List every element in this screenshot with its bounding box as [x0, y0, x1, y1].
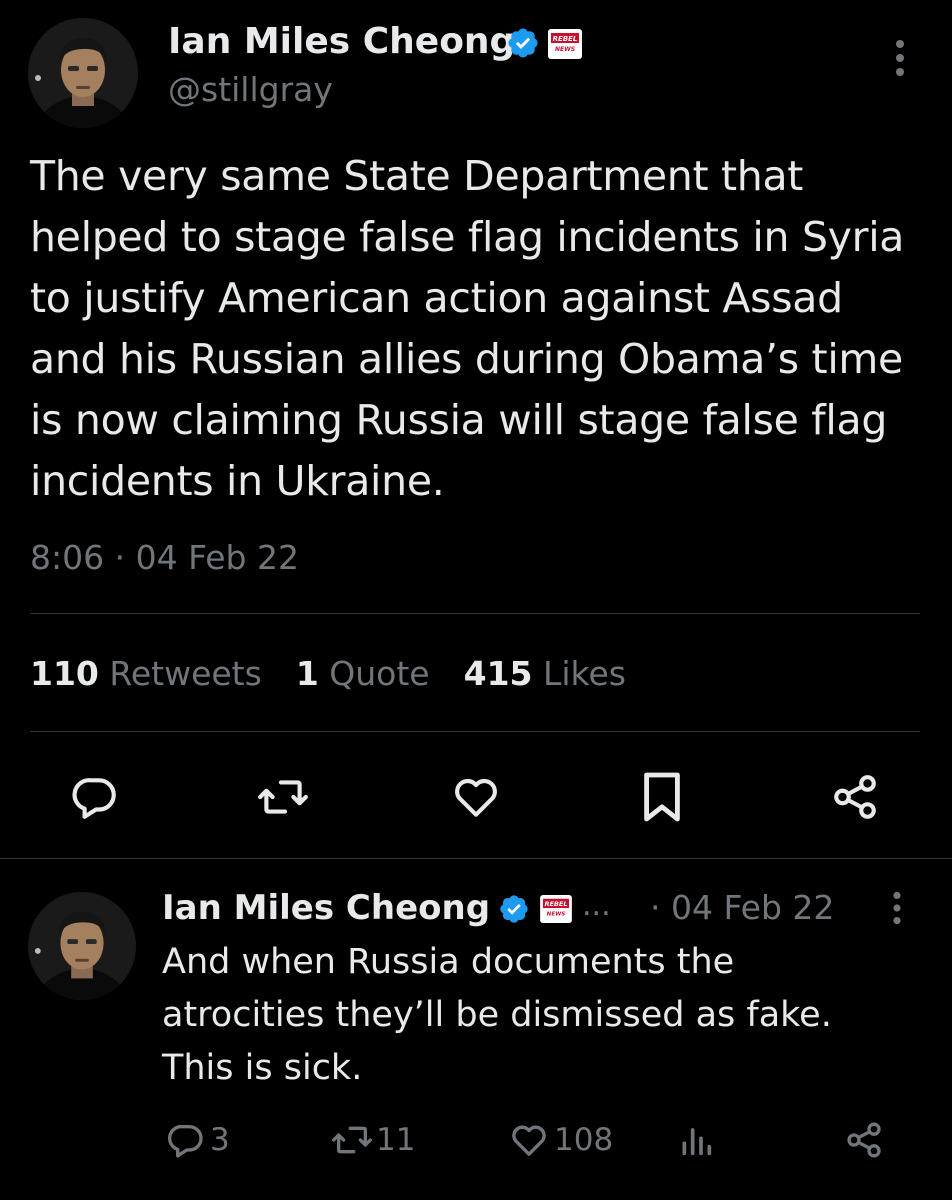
reply-icon — [72, 778, 116, 819]
tweet-time: 8:06 — [30, 538, 105, 577]
timestamp-separator: · — [104, 538, 136, 577]
tweet-date: 04 Feb 22 — [135, 538, 299, 577]
likes-label: Likes — [543, 654, 626, 693]
reply-button[interactable] — [70, 772, 120, 822]
divider-middle — [30, 731, 920, 732]
tweet-text: The very same State Department that help… — [30, 152, 905, 505]
share-icon — [834, 775, 876, 819]
author-name[interactable]: Ian Miles Cheong — [168, 20, 515, 64]
reply-date[interactable]: · 04 Feb 22 — [650, 888, 834, 927]
svg-text:NEWS: NEWS — [547, 912, 566, 918]
share-button[interactable] — [830, 772, 880, 822]
retweets-count: 110 — [30, 654, 99, 693]
like-icon — [512, 1125, 546, 1156]
reply-retweets-count: 11 — [376, 1122, 416, 1158]
quotes-stat[interactable]: 1 Quote — [296, 654, 430, 693]
reply-share-button[interactable] — [844, 1120, 884, 1160]
views-icon — [682, 1128, 712, 1156]
affiliate-badge-logo: REBEL NEWS — [548, 29, 582, 59]
quotes-count: 1 — [295, 654, 319, 693]
retweet-icon — [331, 1126, 372, 1154]
divider-top — [30, 613, 920, 614]
tweet-stats: 110 Retweets 1 Quote 415 Likes — [30, 654, 626, 693]
reply-retweet-button[interactable]: 11 — [330, 1120, 415, 1160]
retweets-label: Retweets — [109, 654, 262, 693]
tweet-timestamp[interactable]: 8:06 · 04 Feb 22 — [30, 538, 299, 577]
reply-author-name[interactable]: Ian Miles Cheong — [162, 886, 490, 930]
reply-replies-count: 3 — [210, 1122, 230, 1158]
retweets-stat[interactable]: 110 Retweets — [30, 654, 262, 693]
reply-date-separator: · — [650, 888, 671, 927]
bookmark-button[interactable] — [640, 770, 684, 824]
reply-text: And when Russia documents the atrocities… — [162, 936, 922, 1095]
reply-like-button[interactable]: 108 — [508, 1120, 613, 1160]
svg-text:NEWS: NEWS — [555, 46, 575, 53]
reply-text-line: atrocities they’ll be dismissed as fake. — [162, 995, 832, 1035]
reply-handle-truncated: ... — [582, 888, 611, 923]
reply-author-avatar[interactable] — [28, 892, 136, 1000]
reply-verified-badge-icon — [498, 893, 530, 925]
reply-views-button[interactable] — [676, 1120, 716, 1160]
reply-affiliate-badge-logo: REBEL NEWS — [540, 895, 572, 923]
author-handle[interactable]: @stillgray — [168, 70, 333, 110]
like-button[interactable] — [450, 772, 502, 822]
reply-text-line: This is sick. — [162, 1048, 363, 1088]
divider-bottom — [0, 858, 952, 859]
bookmark-icon — [644, 772, 680, 822]
reply-icon — [168, 1124, 203, 1158]
likes-count: 415 — [463, 654, 533, 693]
share-icon — [847, 1122, 881, 1158]
svg-text:REBEL: REBEL — [544, 900, 567, 908]
retweet-button[interactable] — [256, 772, 310, 822]
reply-reply-button[interactable]: 3 — [166, 1120, 230, 1160]
retweet-icon — [258, 780, 308, 814]
reply-likes-count: 108 — [554, 1122, 614, 1158]
author-avatar[interactable] — [28, 18, 138, 128]
verified-badge-icon — [506, 26, 540, 60]
quotes-label: Quote — [329, 654, 430, 693]
svg-text:REBEL: REBEL — [553, 35, 578, 43]
like-icon — [455, 778, 497, 817]
reply-more-icon[interactable] — [888, 890, 906, 926]
likes-stat[interactable]: 415 Likes — [464, 654, 626, 693]
reply-date-text: 04 Feb 22 — [670, 888, 835, 927]
more-icon[interactable] — [890, 38, 910, 78]
reply-text-line: And when Russia documents the — [162, 942, 735, 982]
